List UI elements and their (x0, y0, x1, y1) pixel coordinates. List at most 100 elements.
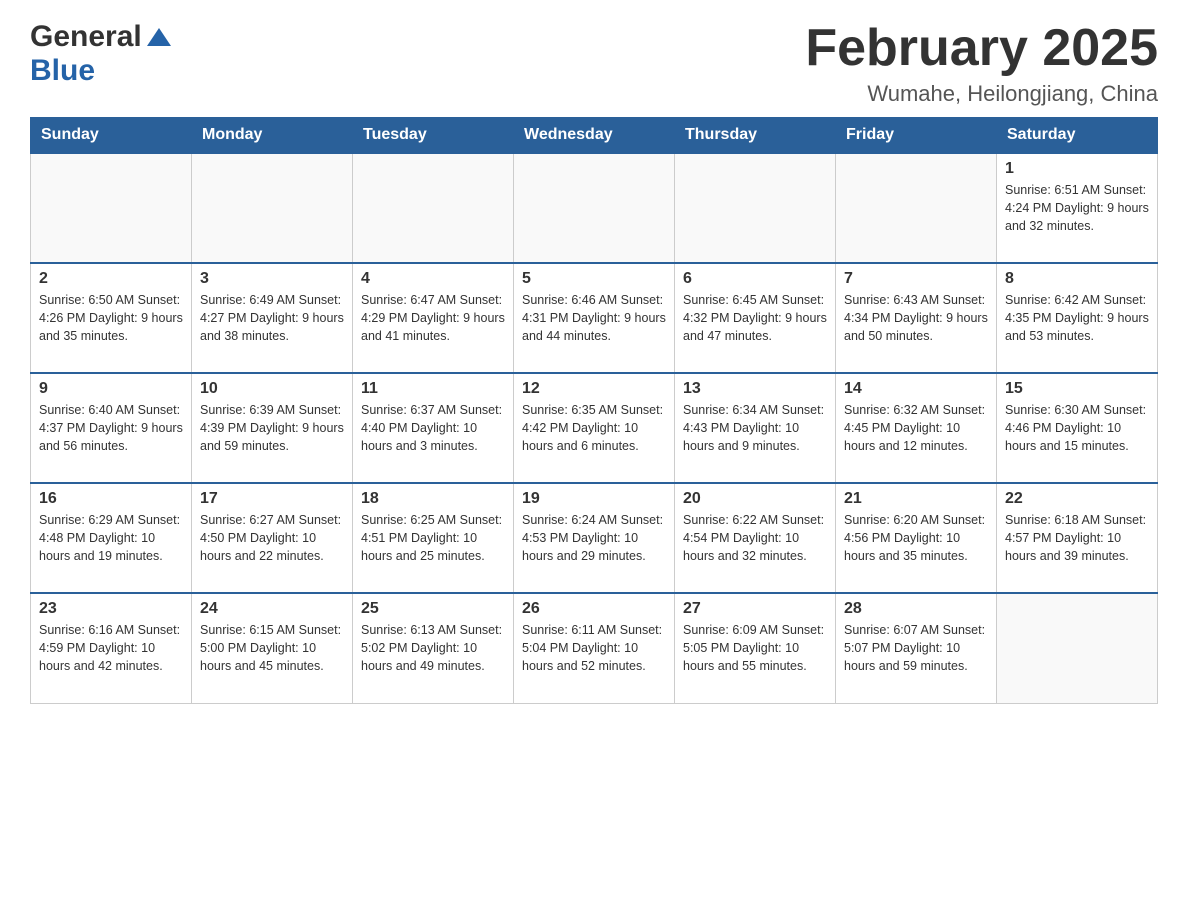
table-row (514, 153, 675, 263)
table-row: 22 Sunrise: 6:18 AM Sunset: 4:57 PM Dayli… (997, 483, 1158, 593)
day-number: 17 (200, 490, 344, 508)
logo: General Blue (30, 20, 171, 88)
table-row: 24Sunrise: 6:15 AM Sunset: 5:00 PM Dayli… (192, 593, 353, 703)
day-info: Sunrise: 6:45 AM Sunset: 4:32 PM Dayligh… (683, 291, 827, 345)
day-info: Sunrise: 6:49 AM Sunset: 4:27 PM Dayligh… (200, 291, 344, 345)
location-title: Wumahe, Heilongjiang, China (805, 81, 1158, 107)
calendar-header-row: Sunday Monday Tuesday Wednesday Thursday… (31, 118, 1158, 154)
day-info: Sunrise: 6:11 AM Sunset: 5:04 PM Dayligh… (522, 621, 666, 675)
day-number: 15 (1005, 380, 1149, 398)
day-info: Sunrise: 6:20 AM Sunset: 4:56 PM Dayligh… (844, 511, 988, 565)
day-info: Sunrise: 6:42 AM Sunset: 4:35 PM Dayligh… (1005, 291, 1149, 345)
table-row (353, 153, 514, 263)
table-row: 2 Sunrise: 6:50 AM Sunset: 4:26 PM Daylig… (31, 263, 192, 373)
table-row: 26 Sunrise: 6:11 AM Sunset: 5:04 PM Dayli… (514, 593, 675, 703)
table-row: 13 Sunrise: 6:34 AM Sunset: 4:43 PM Dayli… (675, 373, 836, 483)
table-row: 15Sunrise: 6:30 AM Sunset: 4:46 PM Dayli… (997, 373, 1158, 483)
calendar-table: Sunday Monday Tuesday Wednesday Thursday… (30, 117, 1158, 704)
table-row: 21 Sunrise: 6:20 AM Sunset: 4:56 PM Dayli… (836, 483, 997, 593)
day-info: Sunrise: 6:16 AM Sunset: 4:59 PM Dayligh… (39, 621, 183, 675)
day-info: Sunrise: 6:07 AM Sunset: 5:07 PM Dayligh… (844, 621, 988, 675)
table-row (192, 153, 353, 263)
table-row: 19Sunrise: 6:24 AM Sunset: 4:53 PM Dayli… (514, 483, 675, 593)
table-row: 20 Sunrise: 6:22 AM Sunset: 4:54 PM Dayli… (675, 483, 836, 593)
day-number: 20 (683, 490, 827, 508)
logo-blue-text: Blue (30, 54, 95, 87)
day-info: Sunrise: 6:13 AM Sunset: 5:02 PM Dayligh… (361, 621, 505, 675)
table-row: 25Sunrise: 6:13 AM Sunset: 5:02 PM Dayli… (353, 593, 514, 703)
day-number: 1 (1005, 160, 1149, 178)
day-number: 4 (361, 270, 505, 288)
table-row: 6 Sunrise: 6:45 AM Sunset: 4:32 PM Daylig… (675, 263, 836, 373)
day-number: 27 (683, 600, 827, 618)
header-sunday: Sunday (31, 118, 192, 154)
header-saturday: Saturday (997, 118, 1158, 154)
calendar-week-row: 23 Sunrise: 6:16 AM Sunset: 4:59 PM Dayli… (31, 593, 1158, 703)
day-number: 21 (844, 490, 988, 508)
day-info: Sunrise: 6:18 AM Sunset: 4:57 PM Dayligh… (1005, 511, 1149, 565)
day-number: 2 (39, 270, 183, 288)
day-info: Sunrise: 6:24 AM Sunset: 4:53 PM Dayligh… (522, 511, 666, 565)
logo-icon (145, 24, 171, 50)
day-number: 24 (200, 600, 344, 618)
table-row (836, 153, 997, 263)
day-info: Sunrise: 6:27 AM Sunset: 4:50 PM Dayligh… (200, 511, 344, 565)
day-info: Sunrise: 6:46 AM Sunset: 4:31 PM Dayligh… (522, 291, 666, 345)
day-info: Sunrise: 6:34 AM Sunset: 4:43 PM Dayligh… (683, 401, 827, 455)
day-number: 16 (39, 490, 183, 508)
day-info: Sunrise: 6:29 AM Sunset: 4:48 PM Dayligh… (39, 511, 183, 565)
calendar-week-row: 16 Sunrise: 6:29 AM Sunset: 4:48 PM Dayli… (31, 483, 1158, 593)
table-row: 23 Sunrise: 6:16 AM Sunset: 4:59 PM Dayli… (31, 593, 192, 703)
day-info: Sunrise: 6:50 AM Sunset: 4:26 PM Dayligh… (39, 291, 183, 345)
day-info: Sunrise: 6:51 AM Sunset: 4:24 PM Dayligh… (1005, 181, 1149, 235)
table-row: 3 Sunrise: 6:49 AM Sunset: 4:27 PM Daylig… (192, 263, 353, 373)
day-number: 18 (361, 490, 505, 508)
table-row: 17 Sunrise: 6:27 AM Sunset: 4:50 PM Dayli… (192, 483, 353, 593)
table-row: 8 Sunrise: 6:42 AM Sunset: 4:35 PM Daylig… (997, 263, 1158, 373)
header-wednesday: Wednesday (514, 118, 675, 154)
table-row: 27 Sunrise: 6:09 AM Sunset: 5:05 PM Dayli… (675, 593, 836, 703)
day-number: 11 (361, 380, 505, 398)
day-info: Sunrise: 6:39 AM Sunset: 4:39 PM Dayligh… (200, 401, 344, 455)
table-row: 11 Sunrise: 6:37 AM Sunset: 4:40 PM Dayli… (353, 373, 514, 483)
table-row: 5Sunrise: 6:46 AM Sunset: 4:31 PM Daylig… (514, 263, 675, 373)
day-info: Sunrise: 6:40 AM Sunset: 4:37 PM Dayligh… (39, 401, 183, 455)
table-row: 14 Sunrise: 6:32 AM Sunset: 4:45 PM Dayli… (836, 373, 997, 483)
table-row: 4 Sunrise: 6:47 AM Sunset: 4:29 PM Daylig… (353, 263, 514, 373)
day-info: Sunrise: 6:09 AM Sunset: 5:05 PM Dayligh… (683, 621, 827, 675)
table-row: 16 Sunrise: 6:29 AM Sunset: 4:48 PM Dayli… (31, 483, 192, 593)
day-info: Sunrise: 6:22 AM Sunset: 4:54 PM Dayligh… (683, 511, 827, 565)
title-block: February 2025 Wumahe, Heilongjiang, Chin… (805, 20, 1158, 107)
day-number: 14 (844, 380, 988, 398)
page-header: General Blue February 2025 Wumahe, Heilo… (30, 20, 1158, 107)
day-number: 13 (683, 380, 827, 398)
table-row (31, 153, 192, 263)
header-thursday: Thursday (675, 118, 836, 154)
table-row: 28Sunrise: 6:07 AM Sunset: 5:07 PM Dayli… (836, 593, 997, 703)
day-number: 9 (39, 380, 183, 398)
day-info: Sunrise: 6:37 AM Sunset: 4:40 PM Dayligh… (361, 401, 505, 455)
logo-general-text: General (30, 20, 142, 54)
header-monday: Monday (192, 118, 353, 154)
day-info: Sunrise: 6:25 AM Sunset: 4:51 PM Dayligh… (361, 511, 505, 565)
day-info: Sunrise: 6:47 AM Sunset: 4:29 PM Dayligh… (361, 291, 505, 345)
calendar-week-row: 9 Sunrise: 6:40 AM Sunset: 4:37 PM Daylig… (31, 373, 1158, 483)
table-row (997, 593, 1158, 703)
day-number: 22 (1005, 490, 1149, 508)
table-row: 12Sunrise: 6:35 AM Sunset: 4:42 PM Dayli… (514, 373, 675, 483)
day-number: 6 (683, 270, 827, 288)
table-row: 1 Sunrise: 6:51 AM Sunset: 4:24 PM Daylig… (997, 153, 1158, 263)
day-info: Sunrise: 6:43 AM Sunset: 4:34 PM Dayligh… (844, 291, 988, 345)
day-number: 26 (522, 600, 666, 618)
day-number: 7 (844, 270, 988, 288)
day-number: 23 (39, 600, 183, 618)
table-row: 9 Sunrise: 6:40 AM Sunset: 4:37 PM Daylig… (31, 373, 192, 483)
table-row: 18 Sunrise: 6:25 AM Sunset: 4:51 PM Dayli… (353, 483, 514, 593)
table-row: 7 Sunrise: 6:43 AM Sunset: 4:34 PM Daylig… (836, 263, 997, 373)
header-tuesday: Tuesday (353, 118, 514, 154)
calendar-week-row: 2 Sunrise: 6:50 AM Sunset: 4:26 PM Daylig… (31, 263, 1158, 373)
day-number: 12 (522, 380, 666, 398)
day-info: Sunrise: 6:32 AM Sunset: 4:45 PM Dayligh… (844, 401, 988, 455)
day-number: 8 (1005, 270, 1149, 288)
day-number: 3 (200, 270, 344, 288)
